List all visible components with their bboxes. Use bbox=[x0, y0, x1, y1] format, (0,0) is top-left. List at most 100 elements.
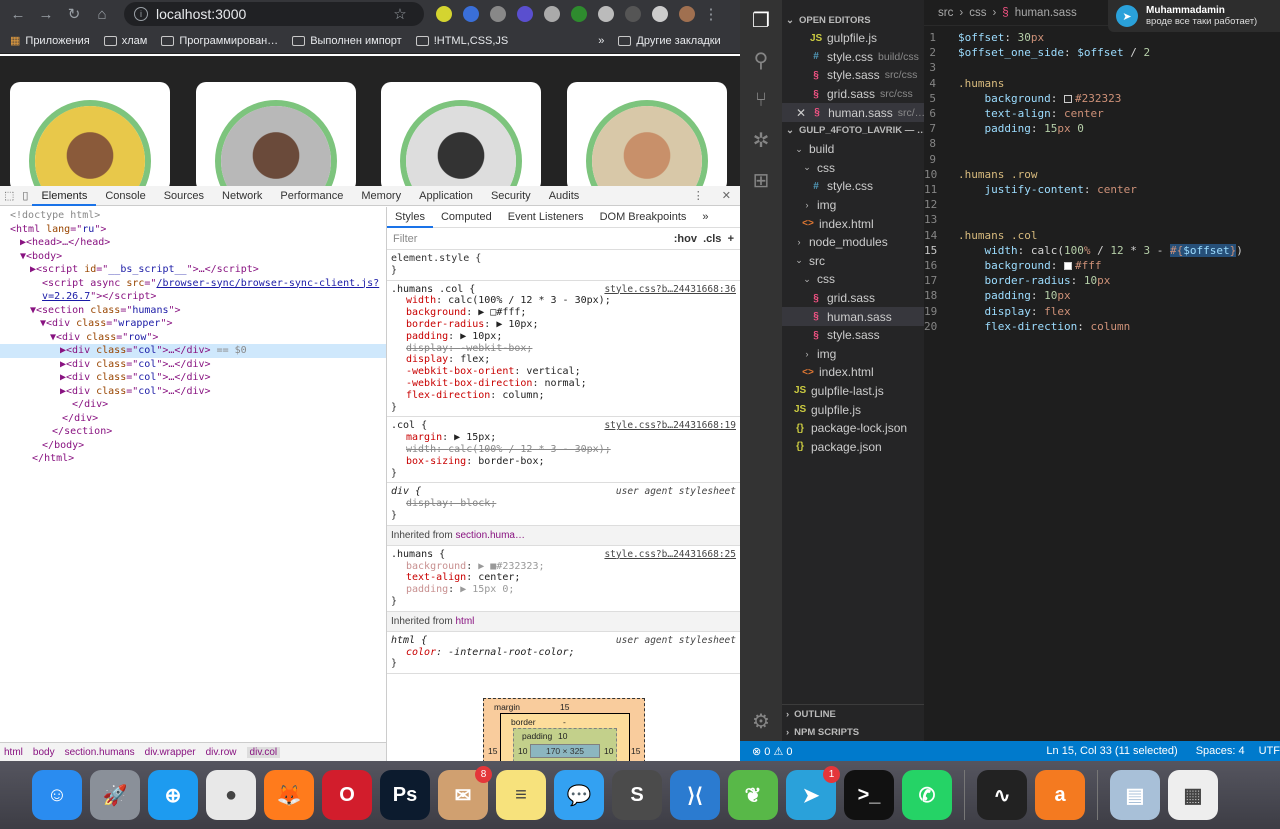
css-property[interactable]: background: ▶ ■#232323; bbox=[391, 561, 736, 573]
tree-file[interactable]: {} package.json bbox=[782, 437, 924, 456]
dock-screenshot-icon[interactable]: ▦ bbox=[1168, 770, 1218, 820]
breadcrumb-item[interactable]: section.humans bbox=[65, 747, 135, 758]
code-line[interactable]: 18 padding: 10px bbox=[924, 288, 1280, 303]
dom-node-line[interactable]: <!doctype html> bbox=[0, 209, 386, 223]
margin-top-value[interactable]: 15 bbox=[560, 702, 569, 712]
css-property[interactable]: -webkit-box-direction: normal; bbox=[391, 378, 736, 390]
code-line[interactable]: 11 justify-content: center bbox=[924, 182, 1280, 197]
code-line[interactable]: 8 bbox=[924, 136, 1280, 151]
css-property[interactable]: display: block; bbox=[391, 498, 736, 510]
dock-chrome-icon[interactable]: ● bbox=[206, 770, 256, 820]
tab-elements[interactable]: Elements bbox=[32, 186, 97, 206]
open-editor-item[interactable]: # style.css build/css bbox=[782, 48, 924, 67]
open-editor-item[interactable]: § grid.sass src/css bbox=[782, 85, 924, 104]
inherited-target[interactable]: html bbox=[455, 616, 474, 627]
tree-folder[interactable]: ⌄ css bbox=[782, 159, 924, 178]
code-line[interactable]: 3 bbox=[924, 60, 1280, 75]
code-line[interactable]: 10 .humans .row bbox=[924, 167, 1280, 182]
rule-source-link[interactable]: style.css?b…24431668:25 bbox=[604, 549, 736, 561]
reload-icon[interactable]: ↻ bbox=[62, 2, 86, 26]
css-property[interactable]: box-sizing: border-box; bbox=[391, 456, 736, 468]
tree-file[interactable]: JS gulpfile.js bbox=[782, 400, 924, 419]
tree-folder[interactable]: ⌄ build bbox=[782, 140, 924, 159]
settings-gear-icon[interactable]: ⚙ bbox=[740, 701, 782, 741]
project-header[interactable]: ⌄ GULP_4FOTO_LAVRIK — … bbox=[782, 122, 926, 140]
bookmark-folder[interactable]: хлам bbox=[103, 35, 147, 47]
dom-node-line[interactable]: </div> bbox=[0, 398, 386, 412]
padding-left-value[interactable]: 10 bbox=[518, 746, 527, 756]
breadcrumb-item[interactable]: html bbox=[4, 747, 23, 758]
dock-safari-icon[interactable]: ⊕ bbox=[148, 770, 198, 820]
tab-network[interactable]: Network bbox=[213, 186, 271, 206]
extensions-icon[interactable]: ⊞ bbox=[740, 160, 782, 200]
tab-console[interactable]: Console bbox=[96, 186, 154, 206]
dom-node-line[interactable]: </html> bbox=[0, 452, 386, 466]
dock-telegram-icon[interactable]: ➤ 1 bbox=[786, 766, 840, 820]
cls-toggle[interactable]: .cls bbox=[703, 233, 721, 245]
code-line[interactable]: 16 background: #fff bbox=[924, 258, 1280, 273]
code-line[interactable]: 6 text-align: center bbox=[924, 106, 1280, 121]
extension-icon[interactable] bbox=[625, 6, 641, 22]
info-icon[interactable]: i bbox=[134, 7, 148, 21]
dom-node-line[interactable]: ▶<head>…</head> bbox=[0, 236, 386, 250]
debug-icon[interactable]: ✲ bbox=[740, 120, 782, 160]
dom-node-line[interactable]: <html lang="ru"> bbox=[0, 223, 386, 237]
styles-filter-input[interactable]: Filter bbox=[393, 233, 417, 245]
rule-selector[interactable]: element.style { bbox=[391, 253, 736, 265]
tree-file[interactable]: JS gulpfile-last.js bbox=[782, 382, 924, 401]
dom-node-line[interactable]: ▼<div class="wrapper"> bbox=[0, 317, 386, 331]
devtools-menu-icon[interactable]: ⋮ bbox=[684, 186, 713, 206]
dom-node-line[interactable]: ▶<div class="col">…</div> bbox=[0, 358, 386, 372]
encoding-setting[interactable]: UTF bbox=[1259, 745, 1280, 757]
css-property[interactable]: margin: ▶ 15px; bbox=[391, 432, 736, 444]
dock-activity-monitor-icon[interactable]: ∿ bbox=[977, 770, 1027, 820]
bookmark-apps[interactable]: ▦ Приложения bbox=[10, 34, 90, 48]
dock-terminal-icon[interactable]: >_ bbox=[844, 770, 894, 820]
other-bookmarks[interactable]: Другие закладки bbox=[618, 35, 721, 47]
dom-node-line[interactable]: </section> bbox=[0, 425, 386, 439]
back-icon[interactable]: ← bbox=[6, 2, 30, 26]
dock-whatsapp-icon[interactable]: ✆ bbox=[902, 770, 952, 820]
explorer-icon[interactable]: ❐ bbox=[740, 0, 782, 40]
css-property[interactable]: background: ▶ □#fff; bbox=[391, 307, 736, 319]
css-property[interactable]: display: flex; bbox=[391, 354, 736, 366]
home-icon[interactable]: ⌂ bbox=[90, 2, 114, 26]
css-property[interactable]: display: -webkit-box; bbox=[391, 343, 736, 355]
dock-mail-icon[interactable]: ✉ 8 bbox=[438, 766, 492, 820]
tree-file[interactable]: § style.sass bbox=[782, 326, 924, 345]
extension-icon[interactable] bbox=[652, 6, 668, 22]
code-editor[interactable]: src › css › § human.sass 1 $offset: 30px 2 $o… bbox=[924, 0, 1280, 741]
tab-audits[interactable]: Audits bbox=[540, 186, 589, 206]
box-content[interactable]: 170 × 325 bbox=[530, 744, 600, 758]
code-line[interactable]: 9 bbox=[924, 152, 1280, 167]
indentation-setting[interactable]: Spaces: 4 bbox=[1196, 745, 1245, 757]
padding-value[interactable]: 10 bbox=[558, 731, 567, 741]
extension-icon[interactable] bbox=[490, 6, 506, 22]
extension-icon[interactable] bbox=[517, 6, 533, 22]
tree-file[interactable]: <> index.html bbox=[782, 363, 924, 382]
extension-icon[interactable] bbox=[436, 6, 452, 22]
breadcrumb-item[interactable]: div.row bbox=[206, 747, 237, 758]
close-icon[interactable]: ✕ bbox=[796, 106, 806, 120]
css-property[interactable]: width: calc(100% / 12 * 3 - 30px); bbox=[391, 295, 736, 307]
inspect-icon[interactable]: ⬚ bbox=[0, 186, 18, 206]
bookmark-star-icon[interactable]: ☆ bbox=[388, 2, 412, 26]
dock-messages-icon[interactable]: 💬 bbox=[554, 770, 604, 820]
code-line[interactable]: 1 $offset: 30px bbox=[924, 30, 1280, 45]
open-editor-item[interactable]: ✕ § human.sass src/… bbox=[782, 103, 924, 122]
tab-memory[interactable]: Memory bbox=[352, 186, 410, 206]
dom-node-line[interactable]: ▼<div class="row"> bbox=[0, 331, 386, 345]
code-lines[interactable]: 1 $offset: 30px 2 $offset_one_side: $offset… bbox=[924, 26, 1280, 334]
border-value[interactable]: - bbox=[563, 717, 566, 727]
code-line[interactable]: 17 border-radius: 10px bbox=[924, 273, 1280, 288]
rule-source-link[interactable]: style.css?b…24431668:36 bbox=[604, 284, 736, 296]
dock-vs-code-icon[interactable]: ⟩⟨ bbox=[670, 770, 720, 820]
dom-node-line[interactable]: ▶<script id="__bs_script__">…</script> bbox=[0, 263, 386, 277]
dom-node-line[interactable]: v=2.26.7"></script> bbox=[0, 290, 386, 304]
tree-file[interactable]: # style.css bbox=[782, 177, 924, 196]
bookmark-folder[interactable]: Программирован… bbox=[161, 35, 278, 47]
open-editor-item[interactable]: § style.sass src/css bbox=[782, 66, 924, 85]
close-devtools-icon[interactable]: ✕ bbox=[713, 186, 740, 206]
breadcrumb-item[interactable]: src bbox=[938, 7, 953, 19]
tree-file[interactable]: § human.sass bbox=[782, 307, 924, 326]
